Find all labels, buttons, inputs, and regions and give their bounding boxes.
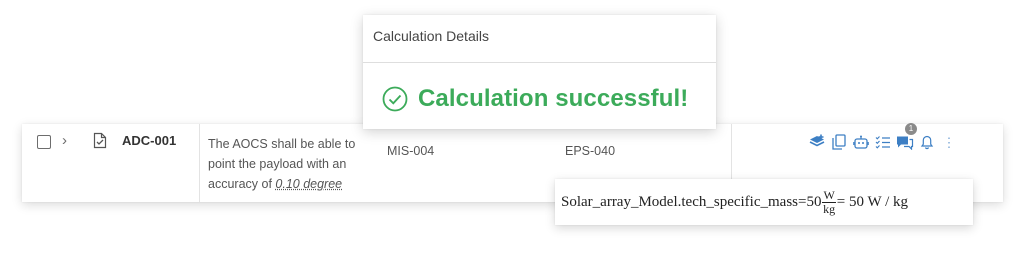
success-text: Calculation successful! [418,85,689,112]
row-actions: 1 ⋮ [806,123,960,152]
chevron-right-icon[interactable]: › [62,132,67,149]
layers-add-icon[interactable] [806,132,828,152]
checklist-icon[interactable] [872,132,894,152]
description-value[interactable]: 0.10 degree [275,177,342,191]
formula-tooltip: Solar_array_Model.tech_specific_mass=50 … [555,179,973,225]
document-check-icon [93,132,107,149]
unit-numerator: W [822,187,836,203]
more-vertical-icon[interactable]: ⋮ [938,132,960,152]
comments-icon[interactable]: 1 [894,123,917,152]
child-link[interactable]: EPS-040 [565,144,615,158]
requirement-id[interactable]: ADC-001 [122,133,176,148]
popup-divider [363,62,716,63]
calculation-details-popup: Calculation Details Calculation successf… [363,15,716,129]
success-message: Calculation successful! [382,85,688,113]
unit-denominator: kg [823,201,836,216]
formula-lhs: Solar_array_Model.tech_specific_mass=50 [561,193,822,210]
requirement-description: The AOCS shall be able to point the payl… [208,134,358,194]
parent-link[interactable]: MIS-004 [387,144,434,158]
row-checkbox[interactable] [37,135,51,149]
column-divider [199,124,200,202]
formula-unit-fraction: W kg [822,187,836,216]
formula-rhs: = 50 W / kg [836,193,909,210]
copy-icon[interactable] [828,132,850,152]
circle-check-icon [382,86,408,112]
bell-icon[interactable] [916,132,938,152]
robot-icon[interactable] [850,132,872,152]
popup-title: Calculation Details [373,28,489,44]
